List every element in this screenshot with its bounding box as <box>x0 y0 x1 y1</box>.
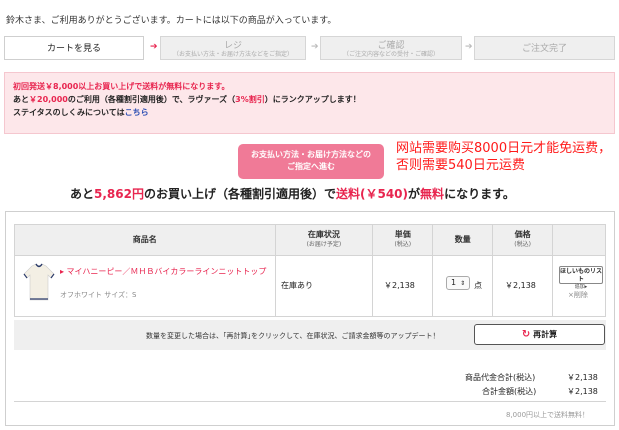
step-cart-title: カートを見る <box>46 44 101 54</box>
delete-item-link[interactable]: ×削除 <box>568 290 588 300</box>
divider <box>14 401 606 402</box>
table-header-row: 商品名 在庫状況 (お届け予定) 単価 (税込) 数量 価格 (税込) <box>14 224 606 256</box>
header-product: 商品名 <box>14 224 276 256</box>
header-qty: 数量 <box>432 224 494 256</box>
free-shipping-remaining: あと5,862円のお買い上げ（各種割引適用後）で送料(￥540)が無料になります… <box>70 187 515 201</box>
item-price: ￥2,138 <box>505 281 536 290</box>
header-actions <box>552 224 606 256</box>
recalc-message: 数量を変更した場合は、｢再計算｣をクリックして、在庫状況、ご請求金額等のアップデ… <box>146 332 440 340</box>
step-register-title: レジ <box>223 41 242 51</box>
step-confirm-title: ご確認 <box>377 41 405 51</box>
step-complete: ご注文完了 <box>474 36 615 60</box>
total-value: ￥2,138 <box>567 387 598 396</box>
step-confirm-sub: （ご注文内容などの受付・ご確認） <box>342 51 439 58</box>
stock-status: 在庫あり <box>281 281 313 290</box>
step-cart: カートを見る <box>4 36 144 60</box>
notice-line3: ステイタスのしくみについてはこちら <box>13 108 149 117</box>
step-arrow-icon: ➔ <box>465 42 473 52</box>
product-variant: オフホワイト サイズ：S <box>60 291 137 299</box>
header-stock: 在庫状況 (お届け予定) <box>274 224 374 256</box>
annotation-line1: 网站需要购买8000日元才能免运费， <box>396 141 612 156</box>
wishlist-label: ほしいものリスト <box>560 268 603 283</box>
total-label: 合計金額(税込) <box>482 387 537 396</box>
subtotal-label: 商品代金合計(税込) <box>465 373 536 382</box>
step-arrow-icon: ➔ <box>150 42 158 52</box>
annotation-line2: 否则需要540日元运费 <box>396 158 525 173</box>
chevron-updown-icon: ⇕ <box>460 280 466 287</box>
notice-line2: あと￥20,000のご利用（各種割引適用後）で、ラヴァーズ（3%割引）にランクア… <box>13 95 361 104</box>
proceed-line2: ご指定へ進む <box>287 162 335 171</box>
product-name-link[interactable]: ▸ マイハニーピー／ＭＨＢバイカラーラインニットトップ <box>60 266 270 277</box>
step-confirm: ご確認 （ご注文内容などの受付・ご確認） <box>320 36 462 60</box>
notice-line1: 初回発送￥8,000以上お買い上げで送料が無料になります。 <box>13 82 230 91</box>
shipping-notice: 初回発送￥8,000以上お買い上げで送料が無料になります。 あと￥20,000の… <box>4 72 615 134</box>
recalc-label: 再計算 <box>533 330 558 339</box>
refresh-icon: ↻ <box>521 329 531 340</box>
step-arrow-icon: ➔ <box>311 42 319 52</box>
proceed-to-checkout-button[interactable]: お支払い方法・お届け方法などの ご指定へ進む <box>238 144 384 179</box>
proceed-line1: お支払い方法・お届け方法などの <box>251 150 371 159</box>
recalculate-button[interactable]: ↻ 再計算 <box>474 324 605 345</box>
header-price: 価格 (税込) <box>492 224 554 256</box>
header-unit-price: 単価 (税込) <box>372 224 434 256</box>
step-register-sub: （お支払い方法・お届け方法などをご指定） <box>172 51 293 58</box>
subtotal-value: ￥2,138 <box>567 373 598 382</box>
unit-price: ￥2,138 <box>384 281 415 290</box>
quantity-select[interactable]: 1 ⇕ <box>446 276 470 290</box>
step-complete-title: ご注文完了 <box>521 44 567 54</box>
free-shipping-note: 8,000円以上で送料無料！ <box>506 411 590 419</box>
step-register: レジ （お支払い方法・お届け方法などをご指定） <box>160 36 306 60</box>
qty-unit: 点 <box>474 281 482 290</box>
greeting-text: 鈴木さま、ご利用ありがとうございます。カートには以下の商品が入っています。 <box>6 16 337 26</box>
status-info-link[interactable]: こちら <box>125 108 149 117</box>
annotation-text: 网站需要购买8000日元才能免运费， 否则需要540日元运费 <box>396 140 611 174</box>
product-thumbnail[interactable] <box>22 262 56 302</box>
add-to-wishlist-button[interactable]: ほしいものリスト 追加▸ <box>559 266 603 290</box>
